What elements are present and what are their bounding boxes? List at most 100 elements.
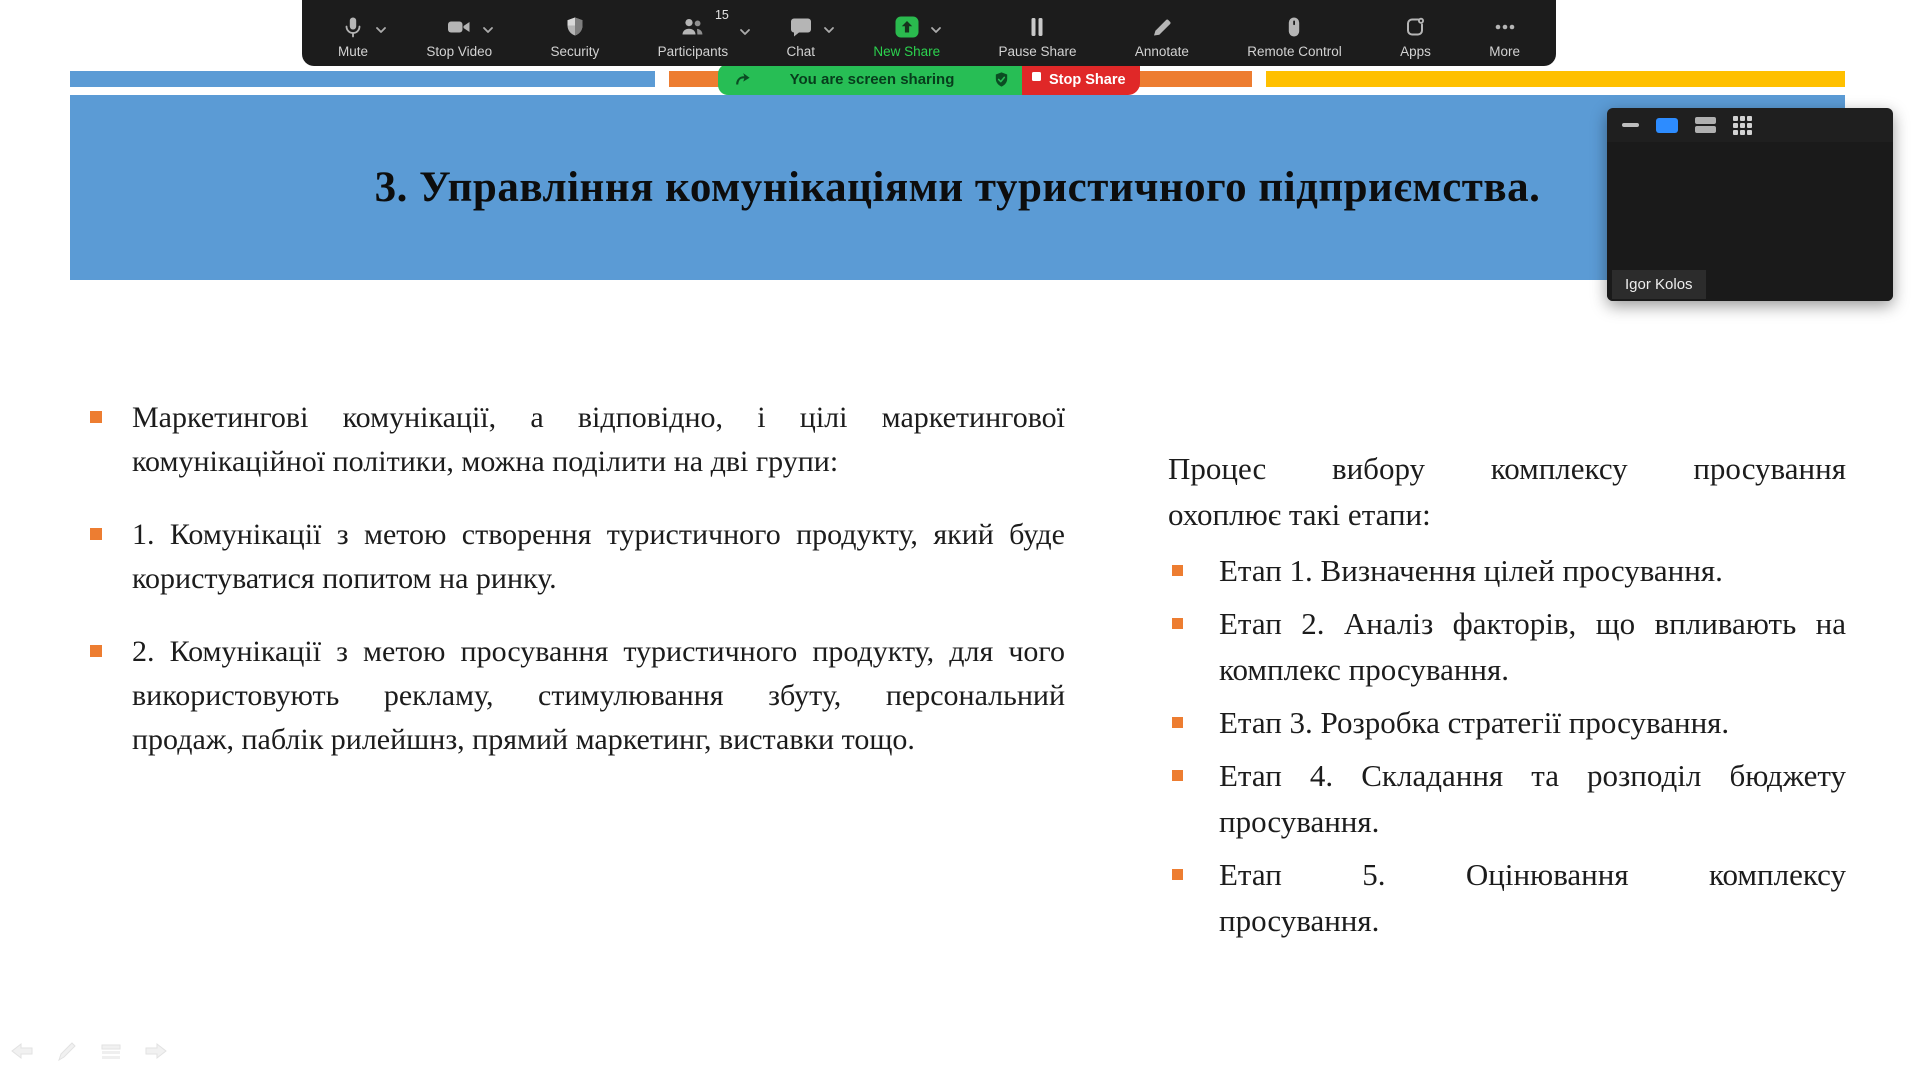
previous-slide-icon[interactable] [8, 1036, 38, 1066]
text-line: продаж, паблік рилейшнз, прямий маркетин… [132, 718, 1065, 762]
presentation-nav-controls [8, 1036, 170, 1066]
bullet-marker [90, 528, 102, 540]
bullet-marker [1172, 618, 1183, 629]
text-line: охоплює такі етапи: [1168, 492, 1846, 538]
bullet-paragraph: Маркетингові комунікації, а відповідно, … [90, 396, 1065, 484]
toolbar-item-chat[interactable]: Chat [784, 0, 817, 66]
toolbar-item-label: Participants [658, 44, 729, 59]
text-line: Етап 4. Складання та розподіл бюджету [1219, 753, 1846, 799]
zoom-screen-share-view: 3. Управління комунікаціями туристичного… [0, 0, 1920, 1080]
participants-count-badge: 15 [715, 8, 729, 22]
zoom-meeting-toolbar: Mute Stop Video Security 15 Participants Chat… [302, 0, 1556, 66]
toolbar-item-stop-video[interactable]: Stop Video [424, 0, 494, 66]
toolbar-item-participants[interactable]: 15 Participants [656, 0, 731, 66]
minimize-panel-icon[interactable] [1622, 123, 1639, 127]
text-line: комунікаційної політики, можна поділити … [132, 440, 1065, 484]
text-line: Маркетингові комунікації, а відповідно, … [132, 396, 1065, 440]
video-camera-icon [446, 12, 472, 42]
pencil-icon [1150, 12, 1174, 42]
slide-title: 3. Управління комунікаціями туристичного… [375, 163, 1541, 212]
toolbar-item-remote-control[interactable]: Remote Control [1245, 0, 1344, 66]
chevron-down-icon[interactable] [375, 22, 387, 40]
toolbar-item-apps[interactable]: Apps [1398, 0, 1433, 66]
shield-icon [563, 12, 587, 42]
bullet-marker [90, 411, 102, 423]
text-line: Етап 2. Аналіз факторів, що впливають на [1219, 601, 1846, 647]
text-line: просування. [1219, 799, 1846, 845]
slide-menu-icon[interactable] [96, 1036, 126, 1066]
bullet-paragraph: 1. Комунікації з метою створення туристи… [90, 513, 1065, 601]
toolbar-item-label: Remote Control [1247, 44, 1342, 59]
slide-right-column: Процес вибору комплексу просуванняохоплю… [1168, 446, 1846, 951]
text-line: користуватися попитом на ринку. [132, 557, 1065, 601]
sharing-arrow-icon [734, 71, 751, 88]
chat-bubble-icon [789, 12, 813, 42]
text-line: 2. Комунікації з метою просування турист… [132, 630, 1065, 674]
bullet-paragraph: Етап 5. Оцінювання комплексупросування. [1168, 852, 1846, 944]
grid-view-icon[interactable] [1733, 116, 1752, 135]
chevron-down-icon[interactable] [482, 22, 494, 40]
pause-icon [1026, 12, 1048, 42]
stop-share-button[interactable]: Stop Share [1022, 64, 1140, 95]
microphone-icon [341, 12, 365, 42]
shield-check-icon [993, 71, 1010, 88]
participant-name-label: Igor Kolos [1612, 270, 1706, 299]
toolbar-item-label: More [1489, 44, 1520, 59]
bullet-paragraph: Етап 4. Складання та розподіл бюджетупро… [1168, 753, 1846, 845]
participants-icon: 15 [679, 12, 707, 42]
participant-video-panel: Igor Kolos [1607, 108, 1893, 301]
participant-video-feed: Igor Kolos [1607, 142, 1893, 301]
bullet-marker [1172, 565, 1183, 576]
bullet-paragraph: Етап 1. Визначення цілей просування. [1168, 548, 1846, 594]
sharing-status-text: You are screen sharing [751, 71, 993, 88]
toolbar-item-label: New Share [873, 44, 940, 59]
text-line: Етап 1. Визначення цілей просування. [1219, 548, 1846, 594]
stop-icon [1032, 72, 1041, 81]
bullet-marker [90, 645, 102, 657]
apps-icon [1403, 12, 1427, 42]
toolbar-item-label: Stop Video [426, 44, 492, 59]
toolbar-item-more[interactable]: More [1487, 0, 1522, 66]
bullet-marker [1172, 717, 1183, 728]
toolbar-item-new-share[interactable]: New Share [871, 0, 942, 66]
pen-tool-icon[interactable] [52, 1036, 82, 1066]
chevron-down-icon[interactable] [823, 22, 835, 40]
slide-strip-yellow [1266, 71, 1845, 87]
text-line: Етап 5. Оцінювання комплексу [1219, 852, 1846, 898]
bullet-paragraph: Етап 2. Аналіз факторів, що впливають на… [1168, 601, 1846, 693]
toolbar-item-mute[interactable]: Mute [336, 0, 370, 66]
bullet-paragraph: 2. Комунікації з метою просування турист… [90, 630, 1065, 762]
toolbar-item-label: Security [550, 44, 599, 59]
toolbar-item-annotate[interactable]: Annotate [1133, 0, 1191, 66]
toolbar-item-label: Chat [786, 44, 815, 59]
toolbar-item-label: Apps [1400, 44, 1431, 59]
stop-share-label: Stop Share [1049, 72, 1126, 88]
gallery-strip-view-icon[interactable] [1695, 117, 1716, 133]
ellipsis-icon [1492, 12, 1518, 42]
video-panel-header [1607, 108, 1893, 142]
text-line: комплекс просування. [1219, 647, 1846, 693]
text-line: просування. [1219, 898, 1846, 944]
paragraph: Процес вибору комплексу просуванняохоплю… [1168, 446, 1846, 538]
toolbar-item-label: Mute [338, 44, 368, 59]
share-screen-icon [894, 12, 920, 42]
slide-title-banner: 3. Управління комунікаціями туристичного… [70, 95, 1845, 280]
chevron-down-icon[interactable] [930, 22, 942, 40]
toolbar-item-security[interactable]: Security [548, 0, 601, 66]
slide-strip-blue [70, 71, 655, 87]
bullet-paragraph: Етап 3. Розробка стратегії просування. [1168, 700, 1846, 746]
active-speaker-view-icon[interactable] [1656, 118, 1678, 133]
slide-left-column: Маркетингові комунікації, а відповідно, … [90, 396, 1065, 791]
screen-sharing-banner: You are screen sharing [718, 64, 1022, 95]
text-line: Процес вибору комплексу просування [1168, 446, 1846, 492]
toolbar-item-pause-share[interactable]: Pause Share [996, 0, 1078, 66]
bullet-marker [1172, 770, 1183, 781]
next-slide-icon[interactable] [140, 1036, 170, 1066]
mouse-icon [1282, 12, 1306, 42]
chevron-down-icon[interactable] [739, 24, 751, 42]
toolbar-item-label: Annotate [1135, 44, 1189, 59]
text-line: Етап 3. Розробка стратегії просування. [1219, 700, 1846, 746]
text-line: 1. Комунікації з метою створення туристи… [132, 513, 1065, 557]
toolbar-item-label: Pause Share [998, 44, 1076, 59]
bullet-marker [1172, 869, 1183, 880]
